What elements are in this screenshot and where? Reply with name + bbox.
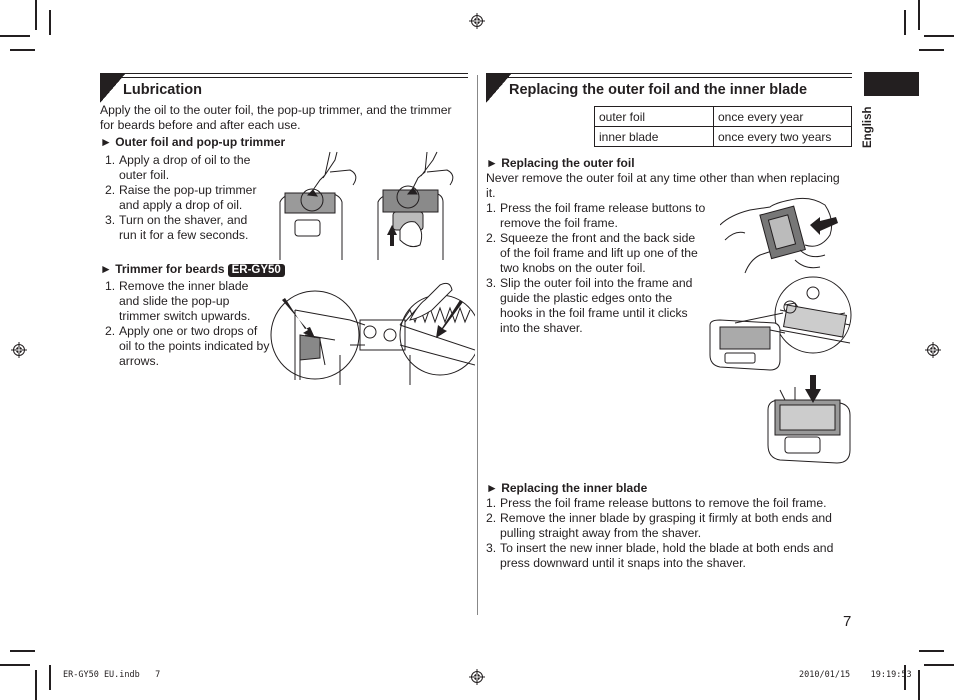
- part-cell: outer foil: [594, 106, 714, 127]
- list-item: 3. To insert the new inner blade, hold th…: [486, 541, 851, 571]
- crop-mark: [49, 10, 51, 35]
- list-item: 1. Apply a drop of oil to the outer foil.: [100, 153, 265, 183]
- replace-inner-blade-steps: 1. Press the foil frame release buttons t…: [486, 496, 851, 571]
- header-rule: [100, 77, 468, 78]
- remove-foil-frame-illustration: [720, 195, 838, 275]
- step-text: To insert the new inner blade, hold the …: [500, 541, 834, 570]
- replacing-section-header: Replacing the outer foil and the inner b…: [486, 73, 852, 103]
- crop-mark: [35, 670, 37, 700]
- crop-mark: [0, 664, 30, 666]
- step-text: Remove the inner blade and slide the pop…: [119, 279, 251, 323]
- step-text: Remove the inner blade by grasping it fi…: [500, 511, 832, 540]
- table-row: inner blade once every two years: [594, 126, 852, 147]
- oil-outer-foil-illustration: [275, 150, 470, 260]
- list-item: 2. Apply one or two drops of oil to the p…: [100, 324, 270, 369]
- registration-mark-icon: [469, 13, 485, 29]
- replace-outer-foil-subheading: ► Replacing the outer foil: [486, 156, 635, 170]
- list-item: 1. Press the foil frame release buttons t…: [486, 496, 851, 511]
- list-item: 2. Raise the pop-up trimmer and apply a d…: [100, 183, 265, 213]
- replacement-schedule-table: outer foil once every year inner blade o…: [594, 106, 852, 147]
- table-row: outer foil once every year: [594, 106, 852, 127]
- step-number: 1.: [486, 496, 497, 510]
- list-item: 1. Remove the inner blade and slide the p…: [100, 279, 270, 324]
- step-number: 1.: [105, 153, 116, 167]
- crop-mark: [918, 0, 920, 30]
- footer-timestamp: 2010/01/15 19:19:53: [799, 670, 912, 680]
- step-number: 2.: [105, 183, 116, 197]
- header-rule: [100, 73, 468, 74]
- header-rule: [486, 73, 852, 74]
- page-number: 7: [843, 613, 852, 630]
- lubrication-title: Lubrication: [123, 82, 202, 98]
- beard-trimmer-illustration: [270, 280, 475, 385]
- crop-mark: [10, 650, 35, 652]
- foil-frame-hooks-illustration: [705, 275, 855, 375]
- step-text: Press the foil frame release buttons to …: [500, 496, 827, 510]
- language-tab: [864, 72, 919, 96]
- crop-mark: [49, 665, 51, 690]
- list-item: 1. Press the foil frame release buttons t…: [486, 201, 706, 231]
- interval-cell: once every year: [713, 106, 852, 127]
- step-number: 3.: [486, 276, 497, 290]
- step-number: 2.: [486, 231, 497, 245]
- step-text: Apply one or two drops of oil to the poi…: [119, 324, 270, 368]
- beard-trimmer-steps: 1. Remove the inner blade and slide the p…: [100, 279, 270, 369]
- footer-file-info: ER-GY50 EU.indb 7: [63, 670, 161, 680]
- outer-foil-steps: 1. Apply a drop of oil to the outer foil.…: [100, 153, 265, 243]
- replacing-title: Replacing the outer foil and the inner b…: [509, 82, 808, 98]
- step-number: 3.: [105, 213, 116, 227]
- registration-mark-icon: [11, 342, 27, 358]
- header-rule: [486, 77, 852, 78]
- part-cell: inner blade: [594, 126, 714, 147]
- replace-outer-foil-steps: 1. Press the foil frame release buttons t…: [486, 201, 706, 336]
- registration-mark-icon: [925, 342, 941, 358]
- beard-trimmer-heading-text: ► Trimmer for beards: [100, 262, 225, 276]
- insert-foil-frame-illustration: [765, 375, 855, 470]
- step-text: Slip the outer foil into the frame and g…: [500, 276, 693, 335]
- crop-mark: [919, 650, 944, 652]
- language-label: English: [862, 106, 874, 148]
- crop-mark: [0, 35, 30, 37]
- crop-mark: [919, 49, 944, 51]
- crop-mark: [904, 10, 906, 35]
- registration-mark-icon: [469, 669, 485, 685]
- step-text: Squeeze the front and the back side of t…: [500, 231, 698, 275]
- step-text: Apply a drop of oil to the outer foil.: [119, 153, 251, 182]
- lubrication-intro: Apply the oil to the outer foil, the pop…: [100, 103, 452, 132]
- replace-inner-blade-subheading: ► Replacing the inner blade: [486, 481, 648, 495]
- list-item: 2. Remove the inner blade by grasping it …: [486, 511, 851, 541]
- crop-mark: [10, 49, 35, 51]
- model-badge: ER-GY50: [227, 264, 285, 277]
- list-item: 2. Squeeze the front and the back side of…: [486, 231, 706, 276]
- step-number: 3.: [486, 541, 497, 555]
- crop-mark: [924, 35, 954, 37]
- list-item: 3. Turn on the shaver, and run it for a f…: [100, 213, 265, 243]
- step-text: Turn on the shaver, and run it for a few…: [119, 213, 249, 242]
- beard-trimmer-subheading: ► Trimmer for beards ER-GY50: [100, 262, 285, 277]
- step-number: 2.: [105, 324, 116, 338]
- step-number: 2.: [486, 511, 497, 525]
- crop-mark: [918, 670, 920, 700]
- outer-foil-subheading: ► Outer foil and pop-up trimmer: [100, 135, 286, 149]
- list-item: 3. Slip the outer foil into the frame and…: [486, 276, 706, 336]
- step-text: Raise the pop-up trimmer and apply a dro…: [119, 183, 257, 212]
- crop-mark: [35, 0, 37, 30]
- interval-cell: once every two years: [713, 126, 852, 147]
- step-number: 1.: [105, 279, 116, 293]
- step-number: 1.: [486, 201, 497, 215]
- step-text: Press the foil frame release buttons to …: [500, 201, 706, 230]
- column-divider: [477, 75, 478, 615]
- crop-mark: [924, 664, 954, 666]
- lubrication-section-header: Lubrication: [100, 73, 468, 103]
